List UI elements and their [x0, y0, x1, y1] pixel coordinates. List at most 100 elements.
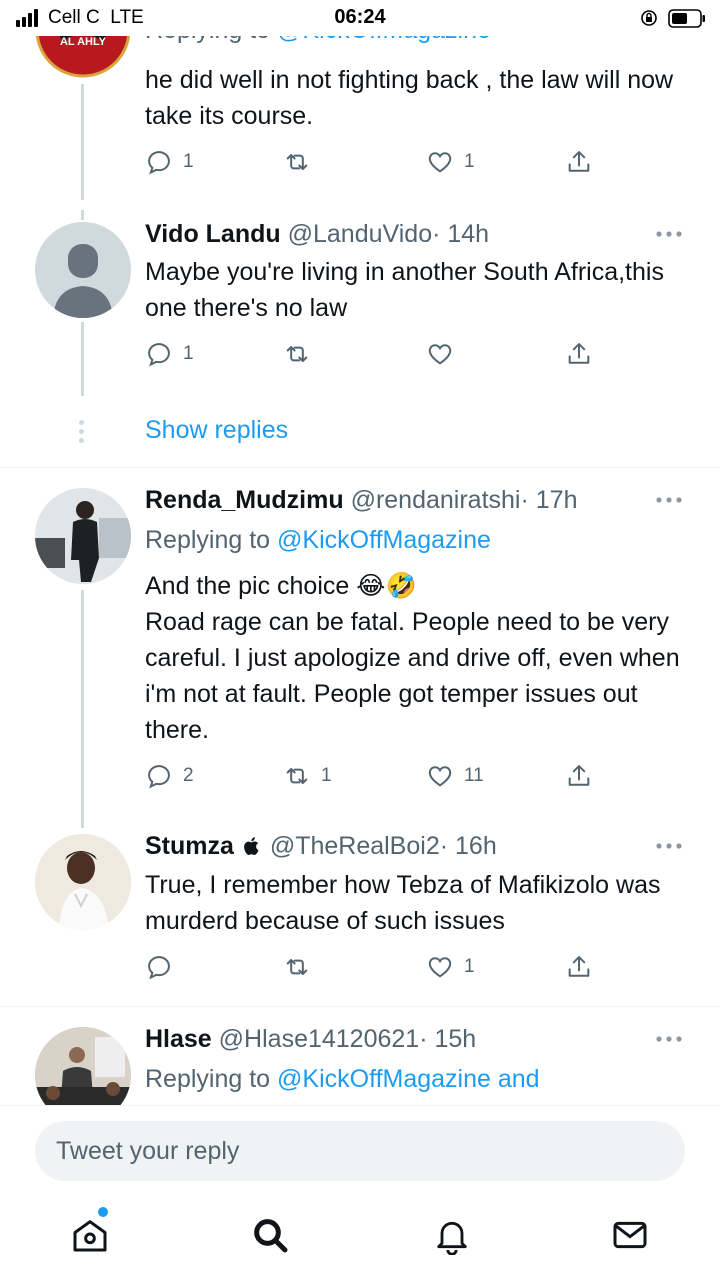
retweet-button[interactable] — [283, 145, 321, 179]
reply-icon — [148, 343, 170, 367]
share-button[interactable] — [565, 759, 593, 793]
reply-icon — [148, 956, 170, 980]
tweet-text: he did well in not fighting back , the l… — [145, 66, 674, 130]
young-man-photo-avatar[interactable] — [35, 834, 131, 930]
reply-count: 1 — [183, 343, 194, 364]
like-button[interactable] — [426, 337, 464, 371]
reply-bar: Tweet your reply — [0, 1105, 720, 1195]
tweet-vido-landu[interactable]: Vido Landu @LanduVido· 14h Maybe you're … — [0, 210, 720, 468]
more-options-icon[interactable] — [655, 230, 683, 238]
person-standing-photo-avatar[interactable] — [35, 488, 131, 584]
heart-icon — [428, 766, 452, 787]
reply-button[interactable] — [145, 950, 183, 984]
group-photo-avatar[interactable] — [35, 1027, 131, 1105]
tweet-hlase[interactable]: Hlase @Hlase14120621· 15h Replying to @K… — [0, 1007, 720, 1105]
mention-link[interactable]: @KickOffMagazine and — [277, 1065, 540, 1093]
heart-icon — [428, 957, 452, 978]
share-icon — [568, 765, 590, 786]
like-button[interactable]: 1 — [426, 950, 475, 984]
share-icon — [568, 343, 590, 364]
tweet-text: True, I remember how Tebza of Mafikizolo… — [145, 871, 661, 935]
thread-line — [81, 590, 84, 828]
tweet-actions: 1 — [145, 950, 605, 984]
bottom-tab-bar — [0, 1195, 720, 1280]
retweet-button[interactable] — [283, 950, 321, 984]
tweet-text: Maybe you're living in another South Afr… — [145, 258, 664, 322]
reply-icon — [148, 151, 170, 175]
reply-button[interactable]: 2 — [145, 759, 194, 793]
tweet-renda-mudzimu[interactable]: Renda_Mudzimu @rendaniratshi· 17h Replyi… — [0, 468, 720, 828]
reply-count: 1 — [183, 151, 194, 172]
share-button[interactable] — [565, 337, 593, 371]
reply-icon — [148, 765, 170, 789]
orientation-lock-icon — [641, 10, 657, 26]
display-name[interactable]: Vido Landu — [145, 220, 281, 248]
share-button[interactable] — [565, 145, 593, 179]
share-icon — [568, 151, 590, 172]
retweet-icon — [286, 768, 308, 784]
retweet-count: 1 — [321, 765, 332, 786]
tweet-header: Renda_Mudzimu @rendaniratshi· 17h — [145, 486, 577, 515]
like-count: 1 — [464, 956, 475, 977]
tweet-text-body: Road rage can be fatal. People need to b… — [145, 608, 680, 744]
retweet-icon — [286, 154, 308, 170]
show-replies-link[interactable]: Show replies — [145, 416, 288, 445]
replying-to: Replying to @KickOffMagazine and — [145, 1065, 540, 1094]
tweet-text-line1: And the pic choice 😂🤣 — [145, 572, 417, 600]
tweet-time: · 16h — [439, 832, 497, 860]
thread-line-top — [81, 210, 84, 220]
like-count: 1 — [464, 151, 475, 172]
user-handle[interactable]: @rendaniratshi — [351, 486, 521, 514]
reply-button[interactable]: 1 — [145, 337, 194, 371]
search-icon — [254, 1219, 288, 1253]
tweet-stumza[interactable]: Stumza @TheRealBoi2· 16h True, I remembe… — [0, 828, 720, 1006]
notifications-icon — [437, 1221, 467, 1256]
tweet-header: Stumza @TheRealBoi2· 16h — [145, 832, 497, 861]
display-name[interactable]: Hlase — [145, 1025, 212, 1053]
tweet-actions: 1 1 — [145, 145, 605, 179]
default-person-avatar[interactable] — [35, 222, 131, 318]
tab-search[interactable] — [250, 1215, 294, 1259]
heart-icon — [428, 344, 452, 365]
mention-link[interactable]: @KickOffMagazine — [277, 526, 491, 554]
tab-messages[interactable] — [610, 1215, 654, 1259]
more-options-icon[interactable] — [655, 842, 683, 850]
retweet-button[interactable] — [283, 337, 321, 371]
retweet-button[interactable]: 1 — [283, 759, 332, 793]
more-options-icon[interactable] — [655, 1035, 683, 1043]
replying-prefix: Replying to — [145, 526, 271, 554]
like-button[interactable]: 11 — [426, 759, 484, 793]
thread-line — [81, 84, 84, 200]
reply-button[interactable]: 1 — [145, 145, 194, 179]
display-name[interactable]: Stumza — [145, 832, 234, 860]
avatar-crest-text: AL AHLY — [59, 36, 107, 48]
user-handle[interactable]: @Hlase14120621 — [219, 1025, 420, 1053]
display-name[interactable]: Renda_Mudzimu — [145, 486, 344, 514]
like-button[interactable]: 1 — [426, 145, 475, 179]
more-options-icon[interactable] — [655, 496, 683, 504]
status-time: 06:24 — [334, 6, 386, 28]
tweet-time: · 17h — [520, 486, 578, 514]
tweet-time: · 14h — [432, 220, 490, 248]
tweet-actions: 2 1 11 — [145, 759, 605, 793]
thread-line — [81, 322, 84, 396]
tweet-actions: 1 — [145, 337, 605, 371]
share-icon — [568, 956, 590, 977]
tweet-reply-input[interactable]: Tweet your reply — [35, 1121, 685, 1181]
notification-dot — [98, 1207, 108, 1217]
home-icon — [73, 1220, 107, 1252]
share-button[interactable] — [565, 950, 593, 984]
retweet-icon — [286, 346, 308, 362]
replies-feed: AL AHLY Replying to @KickOffMagazine he … — [0, 0, 720, 1105]
messages-icon — [613, 1221, 647, 1249]
user-handle[interactable]: @LanduVido — [288, 220, 432, 248]
user-handle[interactable]: @TheRealBoi2 — [270, 832, 440, 860]
status-bar: Cell C LTE 06:24 — [0, 0, 720, 36]
tab-home[interactable] — [70, 1207, 114, 1259]
thread-dots — [79, 420, 85, 447]
tab-notifications[interactable] — [432, 1215, 476, 1259]
apple-icon — [243, 837, 259, 855]
heart-icon — [428, 152, 452, 173]
replying-prefix: Replying to — [145, 1065, 271, 1093]
like-count: 11 — [464, 765, 484, 786]
